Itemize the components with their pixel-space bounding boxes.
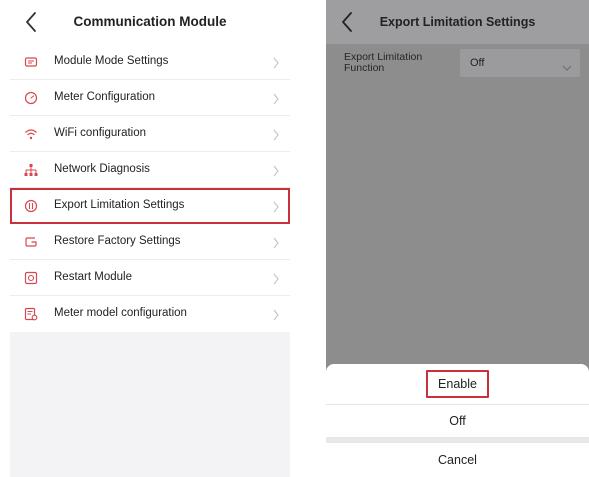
menu-item-label: Meter model configuration xyxy=(54,307,187,319)
chevron-right-icon xyxy=(272,128,280,141)
chevron-right-icon xyxy=(272,164,280,177)
network-icon xyxy=(24,163,38,177)
meter-icon xyxy=(24,91,38,105)
menu-item-label: Module Mode Settings xyxy=(54,55,169,67)
menu-item-meter-model-configuration[interactable]: Meter model configuration xyxy=(10,296,290,332)
off-option[interactable]: Off xyxy=(326,404,589,436)
menu-item-label: Meter Configuration xyxy=(54,91,155,103)
page-title: Communication Module xyxy=(73,14,227,29)
wifi-icon xyxy=(24,127,38,141)
menu-item-wifi-configuration[interactable]: WiFi configuration xyxy=(10,116,290,152)
menu-item-network-diagnosis[interactable]: Network Diagnosis xyxy=(10,152,290,188)
chevron-right-icon xyxy=(272,92,280,105)
menu-item-label: Network Diagnosis xyxy=(54,163,150,175)
menu-item-restart-module[interactable]: Restart Module xyxy=(10,260,290,296)
enable-option-label: Enable xyxy=(426,370,489,398)
communication-module-screen: Communication Module Module Mode Setting… xyxy=(10,0,290,477)
page-title: Export Limitation Settings xyxy=(379,15,536,29)
export-limitation-screen: Export Limitation Settings Export Limita… xyxy=(326,0,589,477)
module-icon xyxy=(24,55,38,69)
cancel-button[interactable]: Cancel xyxy=(326,443,589,477)
restart-icon xyxy=(24,271,38,285)
menu-item-meter-configuration[interactable]: Meter Configuration xyxy=(10,80,290,116)
menu-item-label: Export Limitation Settings xyxy=(54,199,185,211)
menu-item-label: Restore Factory Settings xyxy=(54,235,181,247)
meter-model-icon xyxy=(24,307,38,321)
header-bar: Communication Module xyxy=(10,0,290,44)
chevron-right-icon xyxy=(272,236,280,249)
field-label: Export Limitation Function xyxy=(344,51,423,74)
select-value: Off xyxy=(470,57,485,69)
enable-option[interactable]: Enable xyxy=(326,368,589,400)
header-bar: Export Limitation Settings xyxy=(326,0,589,44)
restore-icon xyxy=(24,235,38,249)
chevron-down-icon xyxy=(562,59,572,71)
menu-item-export-limitation-settings[interactable]: Export Limitation Settings xyxy=(10,188,290,224)
menu-item-restore-factory-settings[interactable]: Restore Factory Settings xyxy=(10,224,290,260)
chevron-right-icon xyxy=(272,200,280,213)
chevron-right-icon xyxy=(272,308,280,321)
export-limitation-select[interactable]: Off xyxy=(460,49,580,77)
export-limitation-function-row: Export Limitation Function Off xyxy=(326,44,589,84)
export-icon xyxy=(24,199,38,213)
chevron-right-icon xyxy=(272,272,280,285)
chevron-right-icon xyxy=(272,56,280,69)
settings-menu: Module Mode Settings Meter Configuration… xyxy=(10,44,290,332)
menu-item-label: WiFi configuration xyxy=(54,127,147,139)
menu-item-module-mode-settings[interactable]: Module Mode Settings xyxy=(10,44,290,80)
action-sheet: Enable Off Cancel xyxy=(326,364,589,477)
menu-item-label: Restart Module xyxy=(54,271,132,283)
